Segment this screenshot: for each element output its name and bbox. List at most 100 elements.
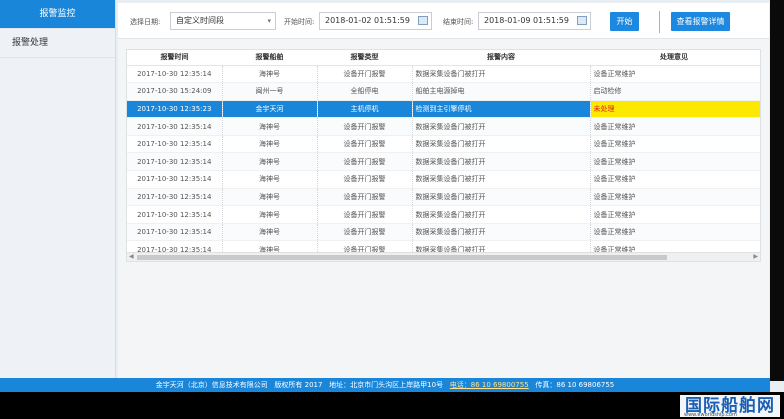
start-button[interactable]: 开始 — [610, 12, 639, 31]
cell-ship: 海神号 — [222, 170, 318, 189]
table-header-row: 报警时间 报警船舶 报警类型 报警内容 处理意见 — [127, 50, 760, 66]
footer-company: 金宇天河（北京）信息技术有限公司 — [155, 381, 268, 389]
cell-opinion: 设备正常维护 — [590, 65, 760, 84]
cell-time: 2017-10-30 12:35:14 — [127, 188, 223, 207]
cell-time: 2017-10-30 12:35:14 — [127, 117, 223, 136]
table-row[interactable]: 2017-10-30 12:35:14 海神号 设备开门报警 数据采集设备门被打开 设备… — [127, 170, 760, 189]
table-row[interactable]: 2017-10-30 12:35:14 海神号 设备开门报警 数据采集设备门被打开 设备… — [127, 65, 760, 84]
cell-content: 数据采集设备门被打开 — [412, 135, 591, 154]
cell-content: 数据采集设备门被打开 — [412, 152, 591, 172]
end-time-value: 2018-01-09 01:51:59 — [484, 16, 569, 25]
alarm-table: 报警时间 报警船舶 报警类型 报警内容 处理意见 2017-10-30 12:3… — [127, 50, 760, 260]
cell-time: 2017-10-30 15:24:09 — [127, 82, 223, 101]
cell-time: 2017-10-30 12:35:14 — [127, 223, 223, 242]
cell-opinion: 启动检修 — [590, 82, 760, 101]
column-header-time[interactable]: 报警时间 — [127, 50, 222, 66]
cell-type: 设备开门报警 — [317, 223, 413, 242]
cell-type: 主机停机 — [317, 100, 413, 119]
cell-opinion: 设备正常维护 — [590, 205, 760, 224]
cell-content: 数据采集设备门被打开 — [412, 223, 591, 242]
start-time-input[interactable]: 2018-01-02 01:51:59 — [319, 12, 432, 30]
cell-type: 全船停电 — [317, 82, 413, 101]
cell-opinion: 设备正常维护 — [590, 135, 760, 154]
main-panel: 选择日期: 自定义时间段 ▾ 开始时间: 2018-01-02 01:51:59… — [118, 3, 769, 378]
cell-opinion: 设备正常维护 — [590, 188, 760, 207]
watermark-logo: 国际船舶网 www.eworldship.com — [680, 395, 780, 418]
cell-content: 数据采集设备门被打开 — [412, 65, 591, 84]
end-time-input[interactable]: 2018-01-09 01:51:59 — [478, 12, 591, 30]
cell-content: 数据采集设备门被打开 — [412, 117, 591, 136]
date-range-select-value: 自定义时间段 — [176, 16, 224, 25]
cell-time: 2017-10-30 12:35:14 — [127, 65, 223, 84]
cell-ship: 海神号 — [222, 152, 318, 172]
column-header-ship[interactable]: 报警船舶 — [222, 50, 317, 66]
cell-ship: 海神号 — [222, 205, 318, 224]
scrollbar-thumb[interactable] — [137, 255, 667, 260]
cell-content: 数据采集设备门被打开 — [412, 188, 591, 207]
footer-copyright: 版权所有 2017 — [274, 381, 323, 389]
filter-bar: 选择日期: 自定义时间段 ▾ 开始时间: 2018-01-02 01:51:59… — [118, 3, 769, 39]
cell-type: 设备开门报警 — [317, 117, 413, 136]
cell-type: 设备开门报警 — [317, 135, 413, 154]
cell-content: 数据采集设备门被打开 — [412, 170, 591, 189]
cell-content: 数据采集设备门被打开 — [412, 205, 591, 224]
table-row[interactable]: 2017-10-30 12:35:14 海神号 设备开门报警 数据采集设备门被打开 设备… — [127, 205, 760, 224]
cell-type: 设备开门报警 — [317, 152, 413, 172]
column-header-type[interactable]: 报警类型 — [317, 50, 412, 66]
cell-content: 检测到主引擎停机 — [412, 100, 591, 119]
table-row[interactable]: 2017-10-30 12:35:14 海神号 设备开门报警 数据采集设备门被打开 设备… — [127, 135, 760, 154]
cell-type: 设备开门报警 — [317, 170, 413, 189]
footer-address: 地址：北京市门头沟区上岸路甲10号 — [329, 381, 444, 389]
divider — [659, 11, 660, 33]
cell-ship: 海神号 — [222, 65, 318, 84]
footer-phone[interactable]: 电话：86 10 69800755 — [450, 381, 529, 389]
cell-opinion: 设备正常维护 — [590, 117, 760, 136]
cell-opinion: 设备正常维护 — [590, 223, 760, 242]
cell-time: 2017-10-30 12:35:23 — [127, 100, 223, 119]
table-row[interactable]: 2017-10-30 12:35:23 金宇天河 主机停机 检测到主引擎停机 未处理 — [127, 100, 760, 119]
cell-ship: 海神号 — [222, 117, 318, 136]
cell-time: 2017-10-30 12:35:14 — [127, 205, 223, 224]
cell-type: 设备开门报警 — [317, 188, 413, 207]
cell-type: 设备开门报警 — [317, 65, 413, 84]
footer-fax: 传真：86 10 69806755 — [535, 381, 615, 389]
table-row[interactable]: 2017-10-30 15:24:09 闽州一号 全船停电 船舶主电源掉电 启动检修 — [127, 82, 760, 101]
table-row[interactable]: 2017-10-30 12:35:14 海神号 设备开门报警 数据采集设备门被打开 设备… — [127, 188, 760, 207]
horizontal-scrollbar[interactable]: ◀ ▶ — [127, 252, 760, 261]
view-alarm-details-button[interactable]: 查看报警详情 — [671, 12, 730, 31]
date-range-select[interactable]: 自定义时间段 ▾ — [170, 12, 276, 30]
alarm-table-container: 报警时间 报警船舶 报警类型 报警内容 处理意见 2017-10-30 12:3… — [126, 49, 761, 262]
sidebar-item-alarm-handling[interactable]: 报警处理 — [0, 29, 115, 58]
cell-content: 船舶主电源掉电 — [412, 82, 591, 101]
cell-opinion: 设备正常维护 — [590, 152, 760, 172]
column-header-opinion[interactable]: 处理意见 — [590, 50, 760, 66]
cell-opinion: 设备正常维护 — [590, 170, 760, 189]
calendar-icon[interactable] — [418, 16, 428, 25]
column-header-content[interactable]: 报警内容 — [412, 50, 590, 66]
cell-type: 设备开门报警 — [317, 205, 413, 224]
bottom-bar — [0, 392, 784, 419]
sidebar: 报警监控 报警处理 — [0, 0, 116, 378]
scroll-right-icon[interactable]: ▶ — [753, 253, 758, 260]
start-time-label: 开始时间: — [284, 18, 315, 26]
footer: 金宇天河（北京）信息技术有限公司 版权所有 2017 地址：北京市门头沟区上岸路… — [0, 378, 770, 392]
cell-ship: 闽州一号 — [222, 82, 318, 101]
table-row[interactable]: 2017-10-30 12:35:14 海神号 设备开门报警 数据采集设备门被打开 设备… — [127, 223, 760, 242]
table-row[interactable]: 2017-10-30 12:35:14 海神号 设备开门报警 数据采集设备门被打开 设备… — [127, 117, 760, 136]
chevron-down-icon: ▾ — [267, 17, 271, 25]
cell-ship: 海神号 — [222, 188, 318, 207]
end-time-label: 结束时间: — [443, 18, 474, 26]
cell-ship: 海神号 — [222, 135, 318, 154]
table-row[interactable]: 2017-10-30 12:35:14 海神号 设备开门报警 数据采集设备门被打开 设备… — [127, 152, 760, 172]
start-time-value: 2018-01-02 01:51:59 — [325, 16, 410, 25]
cell-opinion: 未处理 — [590, 100, 760, 119]
cell-time: 2017-10-30 12:35:14 — [127, 152, 223, 172]
cell-time: 2017-10-30 12:35:14 — [127, 135, 223, 154]
scroll-left-icon[interactable]: ◀ — [129, 253, 134, 260]
window-edge — [770, 0, 784, 381]
cell-ship: 海神号 — [222, 223, 318, 242]
watermark-url: www.eworldship.com — [684, 412, 737, 418]
cell-ship: 金宇天河 — [222, 100, 318, 119]
calendar-icon[interactable] — [577, 16, 587, 25]
sidebar-item-alarm-monitor[interactable]: 报警监控 — [0, 0, 115, 29]
